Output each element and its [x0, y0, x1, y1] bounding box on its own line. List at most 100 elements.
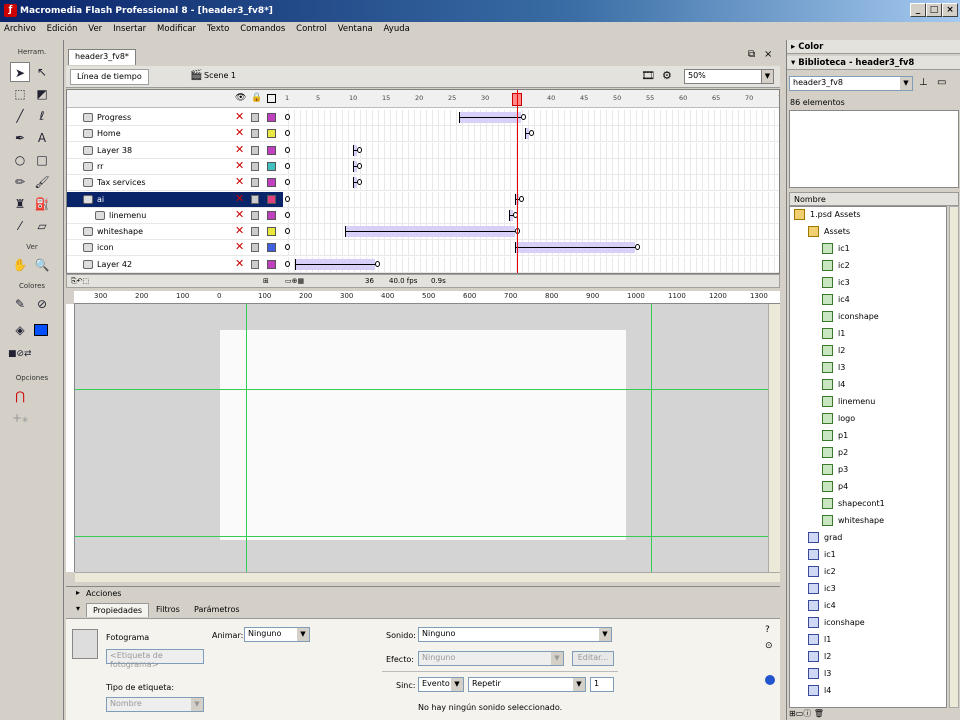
library-item[interactable]: logo — [790, 411, 946, 428]
stroke-color-icon[interactable]: ✎ — [10, 294, 30, 314]
actions-panel-header[interactable]: ▸ Acciones — [66, 586, 780, 600]
scene-label[interactable]: Scene 1 — [204, 71, 236, 80]
lock-layer-icon[interactable] — [251, 227, 259, 237]
fill-color-swatch[interactable] — [34, 324, 48, 336]
frame-ruler[interactable]: 151015202530354045505560657075 — [283, 90, 779, 108]
edit-scene-icon[interactable]: 🎞 — [641, 69, 655, 82]
menu-archivo[interactable]: Archivo — [0, 22, 40, 36]
subselection-tool-icon[interactable]: ↖ — [32, 62, 52, 82]
ink-bottle-tool-icon[interactable]: ♜ — [10, 194, 30, 214]
center-frame-icon[interactable]: ⊞ — [263, 277, 269, 285]
hide-layer-icon[interactable]: ✕ — [235, 159, 244, 172]
fill-transform-tool-icon[interactable]: ◩ — [32, 84, 52, 104]
lasso-tool-icon[interactable]: ℓ — [32, 106, 52, 126]
tween-select[interactable]: Ninguno ▼ — [244, 627, 310, 642]
layer-row[interactable]: rr ✕ — [67, 158, 779, 175]
library-item[interactable]: l1 — [790, 632, 946, 649]
menu-ver[interactable]: Ver — [84, 22, 106, 36]
layer-row[interactable]: whiteshape ✕ — [67, 224, 779, 241]
minimize-button[interactable]: _ — [910, 3, 926, 17]
lock-layer-icon[interactable] — [251, 145, 259, 155]
layer-frames[interactable] — [283, 256, 779, 272]
library-item[interactable]: l3 — [790, 666, 946, 683]
snap-magnet-icon[interactable]: ⋂ — [10, 386, 30, 406]
keyframe[interactable] — [285, 211, 290, 218]
menu-ventana[interactable]: Ventana — [334, 22, 377, 36]
menu-texto[interactable]: Texto — [203, 22, 233, 36]
layer-frames[interactable] — [283, 158, 779, 174]
keyframe[interactable] — [375, 260, 380, 267]
library-item[interactable]: ic4 — [790, 292, 946, 309]
layer-row[interactable]: Progress ✕ — [67, 110, 779, 126]
keyframe[interactable] — [357, 146, 362, 153]
tween-span[interactable] — [295, 258, 375, 270]
keyframe[interactable] — [529, 130, 534, 137]
layer-frames[interactable] — [283, 126, 779, 142]
layer-row[interactable]: ai ✕ — [67, 191, 779, 208]
layer-outline-color[interactable] — [267, 113, 276, 122]
layer-row[interactable]: Layer 42 ✕ — [67, 256, 779, 273]
keyframe[interactable] — [357, 162, 362, 169]
help-icon[interactable]: ? — [765, 625, 770, 635]
tab-parametros[interactable]: Parámetros — [188, 603, 246, 617]
guide-line[interactable] — [75, 536, 768, 537]
sound-select[interactable]: Ninguno ▼ — [418, 627, 612, 642]
layer-frames[interactable] — [283, 142, 779, 158]
repeat-select[interactable]: Repetir ▼ — [468, 677, 586, 692]
stage-vertical-scrollbar[interactable] — [768, 304, 780, 572]
fill-color-icon[interactable]: ◈ — [10, 320, 30, 340]
library-scrollbar[interactable] — [949, 206, 959, 708]
stage-horizontal-scrollbar[interactable] — [75, 572, 780, 582]
rectangle-tool-icon[interactable]: □ — [32, 150, 52, 170]
keyframe[interactable] — [285, 260, 290, 267]
library-item[interactable]: l2 — [790, 343, 946, 360]
collapse-arrow-icon[interactable]: ▾ — [76, 604, 80, 613]
free-transform-tool-icon[interactable]: ⬚ — [10, 84, 30, 104]
keyframe[interactable] — [285, 162, 290, 169]
keyframe[interactable] — [285, 114, 290, 120]
layer-row[interactable]: Layer 38 ✕ — [67, 142, 779, 159]
lock-layer-icon[interactable] — [251, 210, 259, 220]
keyframe[interactable] — [285, 146, 290, 153]
library-item[interactable]: Assets — [790, 224, 946, 241]
library-item[interactable]: shapecont1 — [790, 496, 946, 513]
lock-layer-icon[interactable] — [251, 113, 259, 122]
zoom-select[interactable]: 50% ▼ — [684, 69, 774, 84]
frame-label-input[interactable]: <Etiqueta de fotograma> — [106, 649, 204, 669]
menu-insertar[interactable]: Insertar — [109, 22, 150, 36]
menu-control[interactable]: Control — [292, 22, 331, 36]
settings-icon[interactable]: ⊙ — [765, 641, 773, 651]
library-name-header[interactable]: Nombre — [789, 192, 959, 206]
swap-colors-icon[interactable]: ■⊘⇄ — [8, 344, 32, 364]
library-item[interactable]: l3 — [790, 360, 946, 377]
library-item[interactable]: ic2 — [790, 564, 946, 581]
layer-outline-color[interactable] — [267, 161, 276, 171]
keyframe[interactable] — [285, 244, 290, 251]
library-footer-icons[interactable]: ⊞▭ⓘ 🗑 — [789, 708, 959, 720]
keyframe[interactable] — [519, 195, 524, 202]
hide-layer-icon[interactable]: ✕ — [235, 143, 244, 156]
keyframe[interactable] — [357, 179, 362, 186]
sync-select[interactable]: Evento ▼ — [418, 677, 464, 692]
library-item[interactable]: l4 — [790, 683, 946, 700]
keyframe[interactable] — [635, 244, 640, 251]
layer-outline-color[interactable] — [267, 194, 276, 204]
library-item[interactable]: p1 — [790, 428, 946, 445]
label-type-select[interactable]: Nombre ▼ — [106, 697, 204, 712]
menu-modificar[interactable]: Modificar — [153, 22, 200, 36]
guide-line[interactable] — [75, 389, 768, 390]
library-panel-header[interactable]: ▾ Biblioteca - header3_fv8 — [787, 56, 960, 70]
hand-tool-icon[interactable]: ✋ — [10, 255, 30, 275]
selection-tool-icon[interactable]: ➤ — [10, 62, 30, 82]
layer-row[interactable]: Home ✕ — [67, 126, 779, 143]
pencil-tool-icon[interactable]: ✏ — [10, 172, 30, 192]
effect-select[interactable]: Ninguno ▼ — [418, 651, 564, 666]
keyframe[interactable] — [285, 228, 290, 235]
eyedropper-tool-icon[interactable]: ⁄ — [10, 216, 30, 236]
keyframe[interactable] — [285, 130, 290, 137]
layer-row[interactable]: Tax services ✕ — [67, 175, 779, 192]
edit-symbol-icon[interactable]: ⚙ — [662, 69, 672, 82]
layer-row[interactable]: icon ✕ — [67, 240, 779, 257]
hide-layer-icon[interactable]: ✕ — [235, 126, 244, 139]
layer-outline-color[interactable] — [267, 145, 276, 155]
